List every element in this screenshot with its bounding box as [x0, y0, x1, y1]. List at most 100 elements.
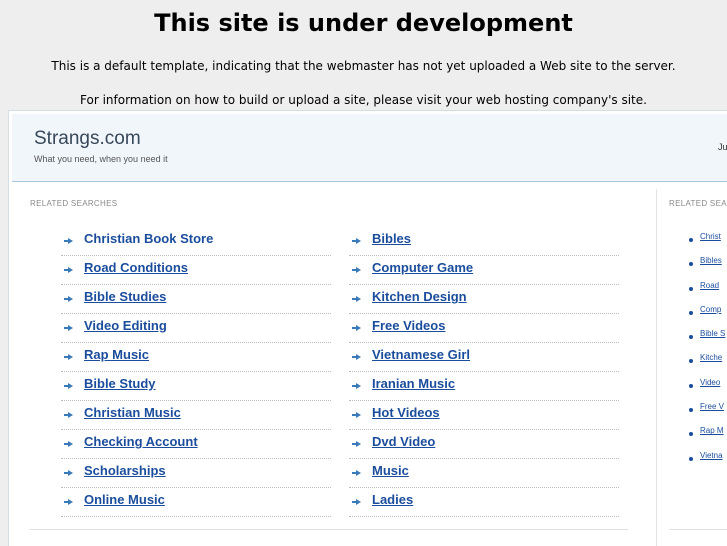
- bullet-icon: [689, 359, 693, 364]
- related-links-left: Christian Book Store Road Conditions Bib…: [61, 227, 331, 517]
- arrow-icon: [352, 383, 361, 389]
- arrow-icon: [64, 499, 73, 505]
- notice-line-1: This is a default template, indicating t…: [51, 59, 676, 73]
- sidebar-item: Bibles: [689, 256, 727, 280]
- content-divider: [30, 529, 628, 530]
- sidebar-link[interactable]: Road: [700, 281, 719, 290]
- arrow-icon: [352, 325, 361, 331]
- sidebar-link[interactable]: Bibles: [700, 256, 722, 265]
- list-item: Hot Videos: [349, 401, 619, 430]
- list-item: Bible Study: [61, 372, 331, 401]
- sidebar-link[interactable]: Free V: [700, 402, 724, 411]
- sidebar-link[interactable]: Kitche: [700, 353, 722, 362]
- sidebar-link[interactable]: Video: [700, 378, 720, 387]
- sidebar-title: RELATED SEA: [669, 199, 727, 208]
- arrow-icon: [352, 499, 361, 505]
- site-tagline: What you need, when you need it: [34, 154, 168, 164]
- related-links-right: Bibles Computer Game Kitchen Design Free…: [349, 227, 619, 517]
- list-item: Checking Account: [61, 430, 331, 459]
- arrow-icon: [352, 354, 361, 360]
- list-item: Music: [349, 459, 619, 488]
- bullet-icon: [689, 238, 693, 242]
- arrow-icon: [352, 441, 361, 447]
- arrow-icon: [352, 267, 361, 273]
- list-item: Dvd Video: [349, 430, 619, 459]
- list-item: Kitchen Design: [349, 285, 619, 314]
- sidebar-item: Road: [689, 281, 727, 305]
- list-item: Christian Music: [61, 401, 331, 430]
- arrow-icon: [352, 296, 361, 302]
- notice-line-2: For information on how to build or uploa…: [80, 93, 647, 107]
- list-item: Bible Studies: [61, 285, 331, 314]
- sidebar-item: Free V: [689, 402, 727, 426]
- related-link[interactable]: Hot Videos: [372, 405, 440, 420]
- related-link[interactable]: Road Conditions: [84, 260, 188, 275]
- notice-banner: This site is under development This is a…: [0, 0, 727, 112]
- related-link[interactable]: Music: [372, 463, 409, 478]
- site-header: Strangs.com What you need, when you need…: [12, 114, 727, 182]
- related-link[interactable]: Online Music: [84, 492, 165, 507]
- list-item: Online Music: [61, 488, 331, 517]
- site-name[interactable]: Strangs.com: [34, 128, 141, 150]
- arrow-icon: [64, 383, 73, 389]
- related-link[interactable]: Iranian Music: [372, 376, 455, 391]
- bullet-icon: [689, 286, 693, 291]
- page-title: This site is under development: [154, 9, 573, 37]
- related-link[interactable]: Computer Game: [372, 260, 473, 275]
- related-link[interactable]: Ladies: [372, 492, 413, 507]
- related-link[interactable]: Rap Music: [84, 347, 149, 362]
- related-link[interactable]: Checking Account: [84, 434, 198, 449]
- arrow-icon: [352, 412, 361, 418]
- sidebar-link[interactable]: Christ: [700, 232, 721, 241]
- list-item: Christian Book Store: [61, 227, 331, 256]
- bullet-icon: [689, 383, 693, 388]
- list-item: Vietnamese Girl: [349, 343, 619, 372]
- sidebar-link[interactable]: Rap M: [700, 426, 724, 435]
- sidebar-link[interactable]: Bible S: [700, 329, 725, 338]
- list-item: Rap Music: [61, 343, 331, 372]
- list-item: Free Videos: [349, 314, 619, 343]
- list-item: Iranian Music: [349, 372, 619, 401]
- sidebar-divider: [656, 189, 657, 546]
- arrow-icon: [352, 238, 361, 244]
- list-item: Computer Game: [349, 256, 619, 285]
- arrow-icon: [64, 470, 73, 476]
- arrow-icon: [64, 412, 73, 418]
- arrow-icon: [64, 325, 73, 331]
- related-link[interactable]: Bible Studies: [84, 289, 166, 304]
- list-item: Ladies: [349, 488, 619, 517]
- list-item: Video Editing: [61, 314, 331, 343]
- related-link[interactable]: Dvd Video: [372, 434, 435, 449]
- related-link[interactable]: Bibles: [372, 231, 411, 246]
- sidebar-item: Kitche: [689, 353, 727, 377]
- arrow-icon: [64, 441, 73, 447]
- list-item: Scholarships: [61, 459, 331, 488]
- list-item: Road Conditions: [61, 256, 331, 285]
- sidebar-link[interactable]: Comp: [700, 305, 721, 314]
- related-searches-title: RELATED SEARCHES: [30, 199, 118, 208]
- sidebar-item: Video: [689, 378, 727, 402]
- list-item: Bibles: [349, 227, 619, 256]
- bullet-icon: [689, 408, 693, 413]
- arrow-icon: [352, 470, 361, 476]
- sidebar-item: Christ: [689, 232, 727, 256]
- arrow-icon: [64, 267, 73, 273]
- date-label: Ju: [718, 142, 727, 152]
- sidebar-item: Rap M: [689, 426, 727, 450]
- sidebar-item: Vietna: [689, 451, 727, 475]
- sidebar-link[interactable]: Vietna: [700, 451, 723, 460]
- related-link[interactable]: Free Videos: [372, 318, 445, 333]
- related-link[interactable]: Christian Book Store: [84, 231, 213, 246]
- related-link[interactable]: Christian Music: [84, 405, 181, 420]
- bullet-icon: [689, 262, 693, 267]
- bullet-icon: [689, 432, 693, 437]
- related-link[interactable]: Bible Study: [84, 376, 156, 391]
- sidebar-item: Comp: [689, 305, 727, 329]
- related-link[interactable]: Scholarships: [84, 463, 166, 478]
- bullet-icon: [689, 310, 693, 315]
- related-link[interactable]: Kitchen Design: [372, 289, 467, 304]
- related-link[interactable]: Vietnamese Girl: [372, 347, 470, 362]
- related-link[interactable]: Video Editing: [84, 318, 167, 333]
- bullet-icon: [689, 456, 693, 461]
- parked-page-frame: Strangs.com What you need, when you need…: [8, 110, 727, 546]
